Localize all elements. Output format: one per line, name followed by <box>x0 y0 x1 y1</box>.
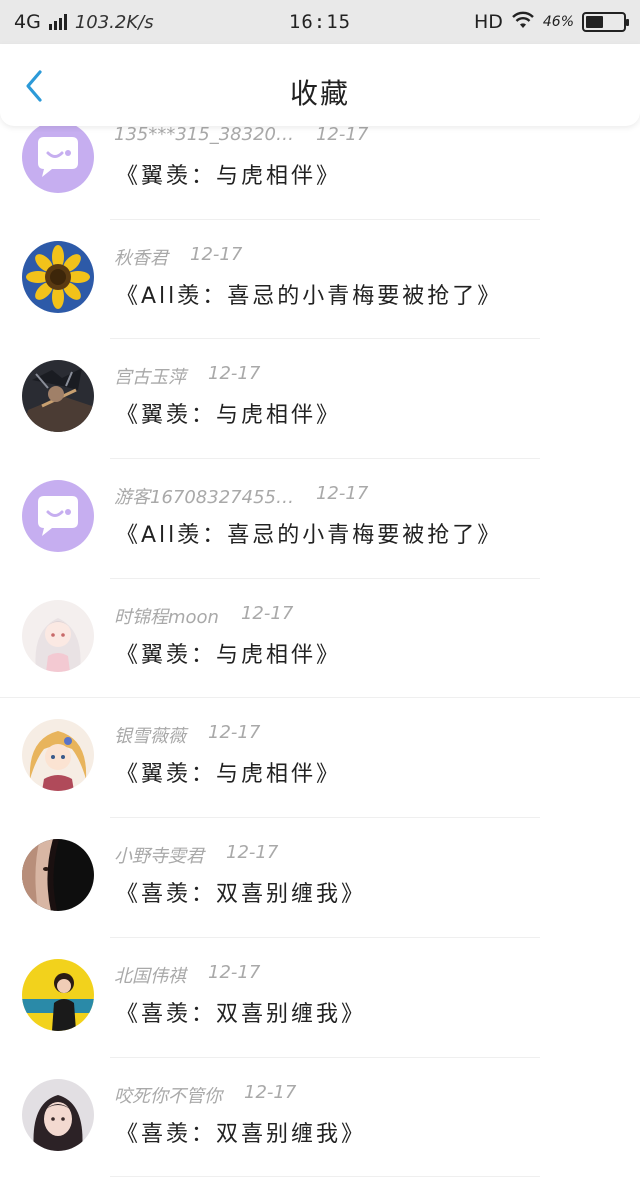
item-meta: 咬死你不管你 12-17 <box>114 1082 296 1108</box>
chat-bubble-placeholder-icon <box>22 480 94 552</box>
username[interactable]: 小野寺雯君 <box>114 842 204 868</box>
item-meta: 小野寺雯君 12-17 <box>114 842 278 868</box>
dark-face-photo-icon <box>22 839 94 911</box>
status-right: HD 46% <box>386 11 626 34</box>
date: 12-17 <box>208 722 260 748</box>
list-item[interactable]: 咬死你不管你 12-17 《喜羡：双喜别缠我》 <box>0 1058 640 1177</box>
story-title[interactable]: 《翼羡：与虎相伴》 <box>116 158 341 190</box>
girl-portrait-photo-icon <box>22 1079 94 1151</box>
story-title[interactable]: 《翼羡：与虎相伴》 <box>116 397 341 429</box>
avatar[interactable] <box>22 480 94 552</box>
status-left: 4G 103.2K/s <box>14 11 254 33</box>
list-item[interactable]: 宫古玉萍 12-17 《翼羡：与虎相伴》 <box>0 339 640 459</box>
item-meta: 北国伟祺 12-17 <box>114 962 260 988</box>
username[interactable]: 秋香君 <box>114 244 168 270</box>
username[interactable]: 游客16708327455… <box>114 483 294 509</box>
story-title[interactable]: 《翼羡：与虎相伴》 <box>116 756 341 788</box>
anime-girl-blonde-photo-icon <box>22 719 94 791</box>
date: 12-17 <box>316 483 368 509</box>
username[interactable]: 时锦程moon <box>114 603 219 629</box>
chat-bubble-placeholder-icon <box>22 121 94 193</box>
date: 12-17 <box>244 1082 296 1108</box>
username[interactable]: 银雪薇薇 <box>114 722 186 748</box>
signal-icon <box>49 14 67 30</box>
date: 12-17 <box>190 244 242 270</box>
battery-percent: 46% <box>543 14 574 30</box>
wifi-icon <box>511 11 535 34</box>
battery-level <box>586 16 603 28</box>
avatar[interactable] <box>22 839 94 911</box>
avatar[interactable] <box>22 1079 94 1151</box>
hd-indicator: HD <box>474 11 503 33</box>
story-title[interactable]: 《喜羡：双喜别缠我》 <box>116 1116 366 1148</box>
yellow-girl-photo-icon <box>22 959 94 1031</box>
avatar[interactable] <box>22 719 94 791</box>
clock: 16:15 <box>254 11 386 33</box>
status-bar: 4G 103.2K/s 16:15 HD 46% <box>0 0 640 44</box>
list-item[interactable]: 小野寺雯君 12-17 《喜羡：双喜别缠我》 <box>0 818 640 938</box>
story-title[interactable]: 《All羡：喜忌的小青梅要被抢了》 <box>116 278 502 310</box>
item-meta: 游客16708327455… 12-17 <box>114 483 368 509</box>
date: 12-17 <box>241 603 293 629</box>
sunflower-photo-icon <box>22 241 94 313</box>
avatar[interactable] <box>22 959 94 1031</box>
favorites-list: 135***315_38320… 12-17 《翼羡：与虎相伴》 <box>0 100 640 1177</box>
page-title: 收藏 <box>0 72 640 112</box>
story-title[interactable]: 《喜羡：双喜别缠我》 <box>116 996 366 1028</box>
avatar[interactable] <box>22 121 94 193</box>
item-meta: 135***315_38320… 12-17 <box>114 124 368 145</box>
battery-icon <box>582 12 626 32</box>
date: 12-17 <box>226 842 278 868</box>
date: 12-17 <box>316 124 368 145</box>
network-speed: 103.2K/s <box>75 12 154 33</box>
list-item[interactable]: 时锦程moon 12-17 《翼羡：与虎相伴》 <box>0 579 640 699</box>
avatar[interactable] <box>22 360 94 432</box>
username[interactable]: 宫古玉萍 <box>114 363 186 389</box>
dark-anime-photo-icon <box>22 360 94 432</box>
story-title[interactable]: 《喜羡：双喜别缠我》 <box>116 876 366 908</box>
item-meta: 时锦程moon 12-17 <box>114 603 293 629</box>
avatar[interactable] <box>22 600 94 672</box>
username[interactable]: 咬死你不管你 <box>114 1082 222 1108</box>
list-item[interactable]: 游客16708327455… 12-17 《All羡：喜忌的小青梅要被抢了》 <box>0 459 640 579</box>
username[interactable]: 135***315_38320… <box>114 124 294 145</box>
list-item[interactable]: 北国伟祺 12-17 《喜羡：双喜别缠我》 <box>0 938 640 1058</box>
list-item[interactable]: 银雪薇薇 12-17 《翼羡：与虎相伴》 <box>0 698 640 818</box>
story-title[interactable]: 《翼羡：与虎相伴》 <box>116 637 341 669</box>
item-meta: 银雪薇薇 12-17 <box>114 722 260 748</box>
item-meta: 秋香君 12-17 <box>114 244 242 270</box>
date: 12-17 <box>208 962 260 988</box>
anime-girl-white-photo-icon <box>22 600 94 672</box>
list-item[interactable]: 秋香君 12-17 《All羡：喜忌的小青梅要被抢了》 <box>0 220 640 340</box>
story-title[interactable]: 《All羡：喜忌的小青梅要被抢了》 <box>116 517 502 549</box>
username[interactable]: 北国伟祺 <box>114 962 186 988</box>
navigation-bar: 收藏 <box>0 44 640 126</box>
avatar[interactable] <box>22 241 94 313</box>
date: 12-17 <box>208 363 260 389</box>
network-type: 4G <box>14 11 41 33</box>
item-meta: 宫古玉萍 12-17 <box>114 363 260 389</box>
